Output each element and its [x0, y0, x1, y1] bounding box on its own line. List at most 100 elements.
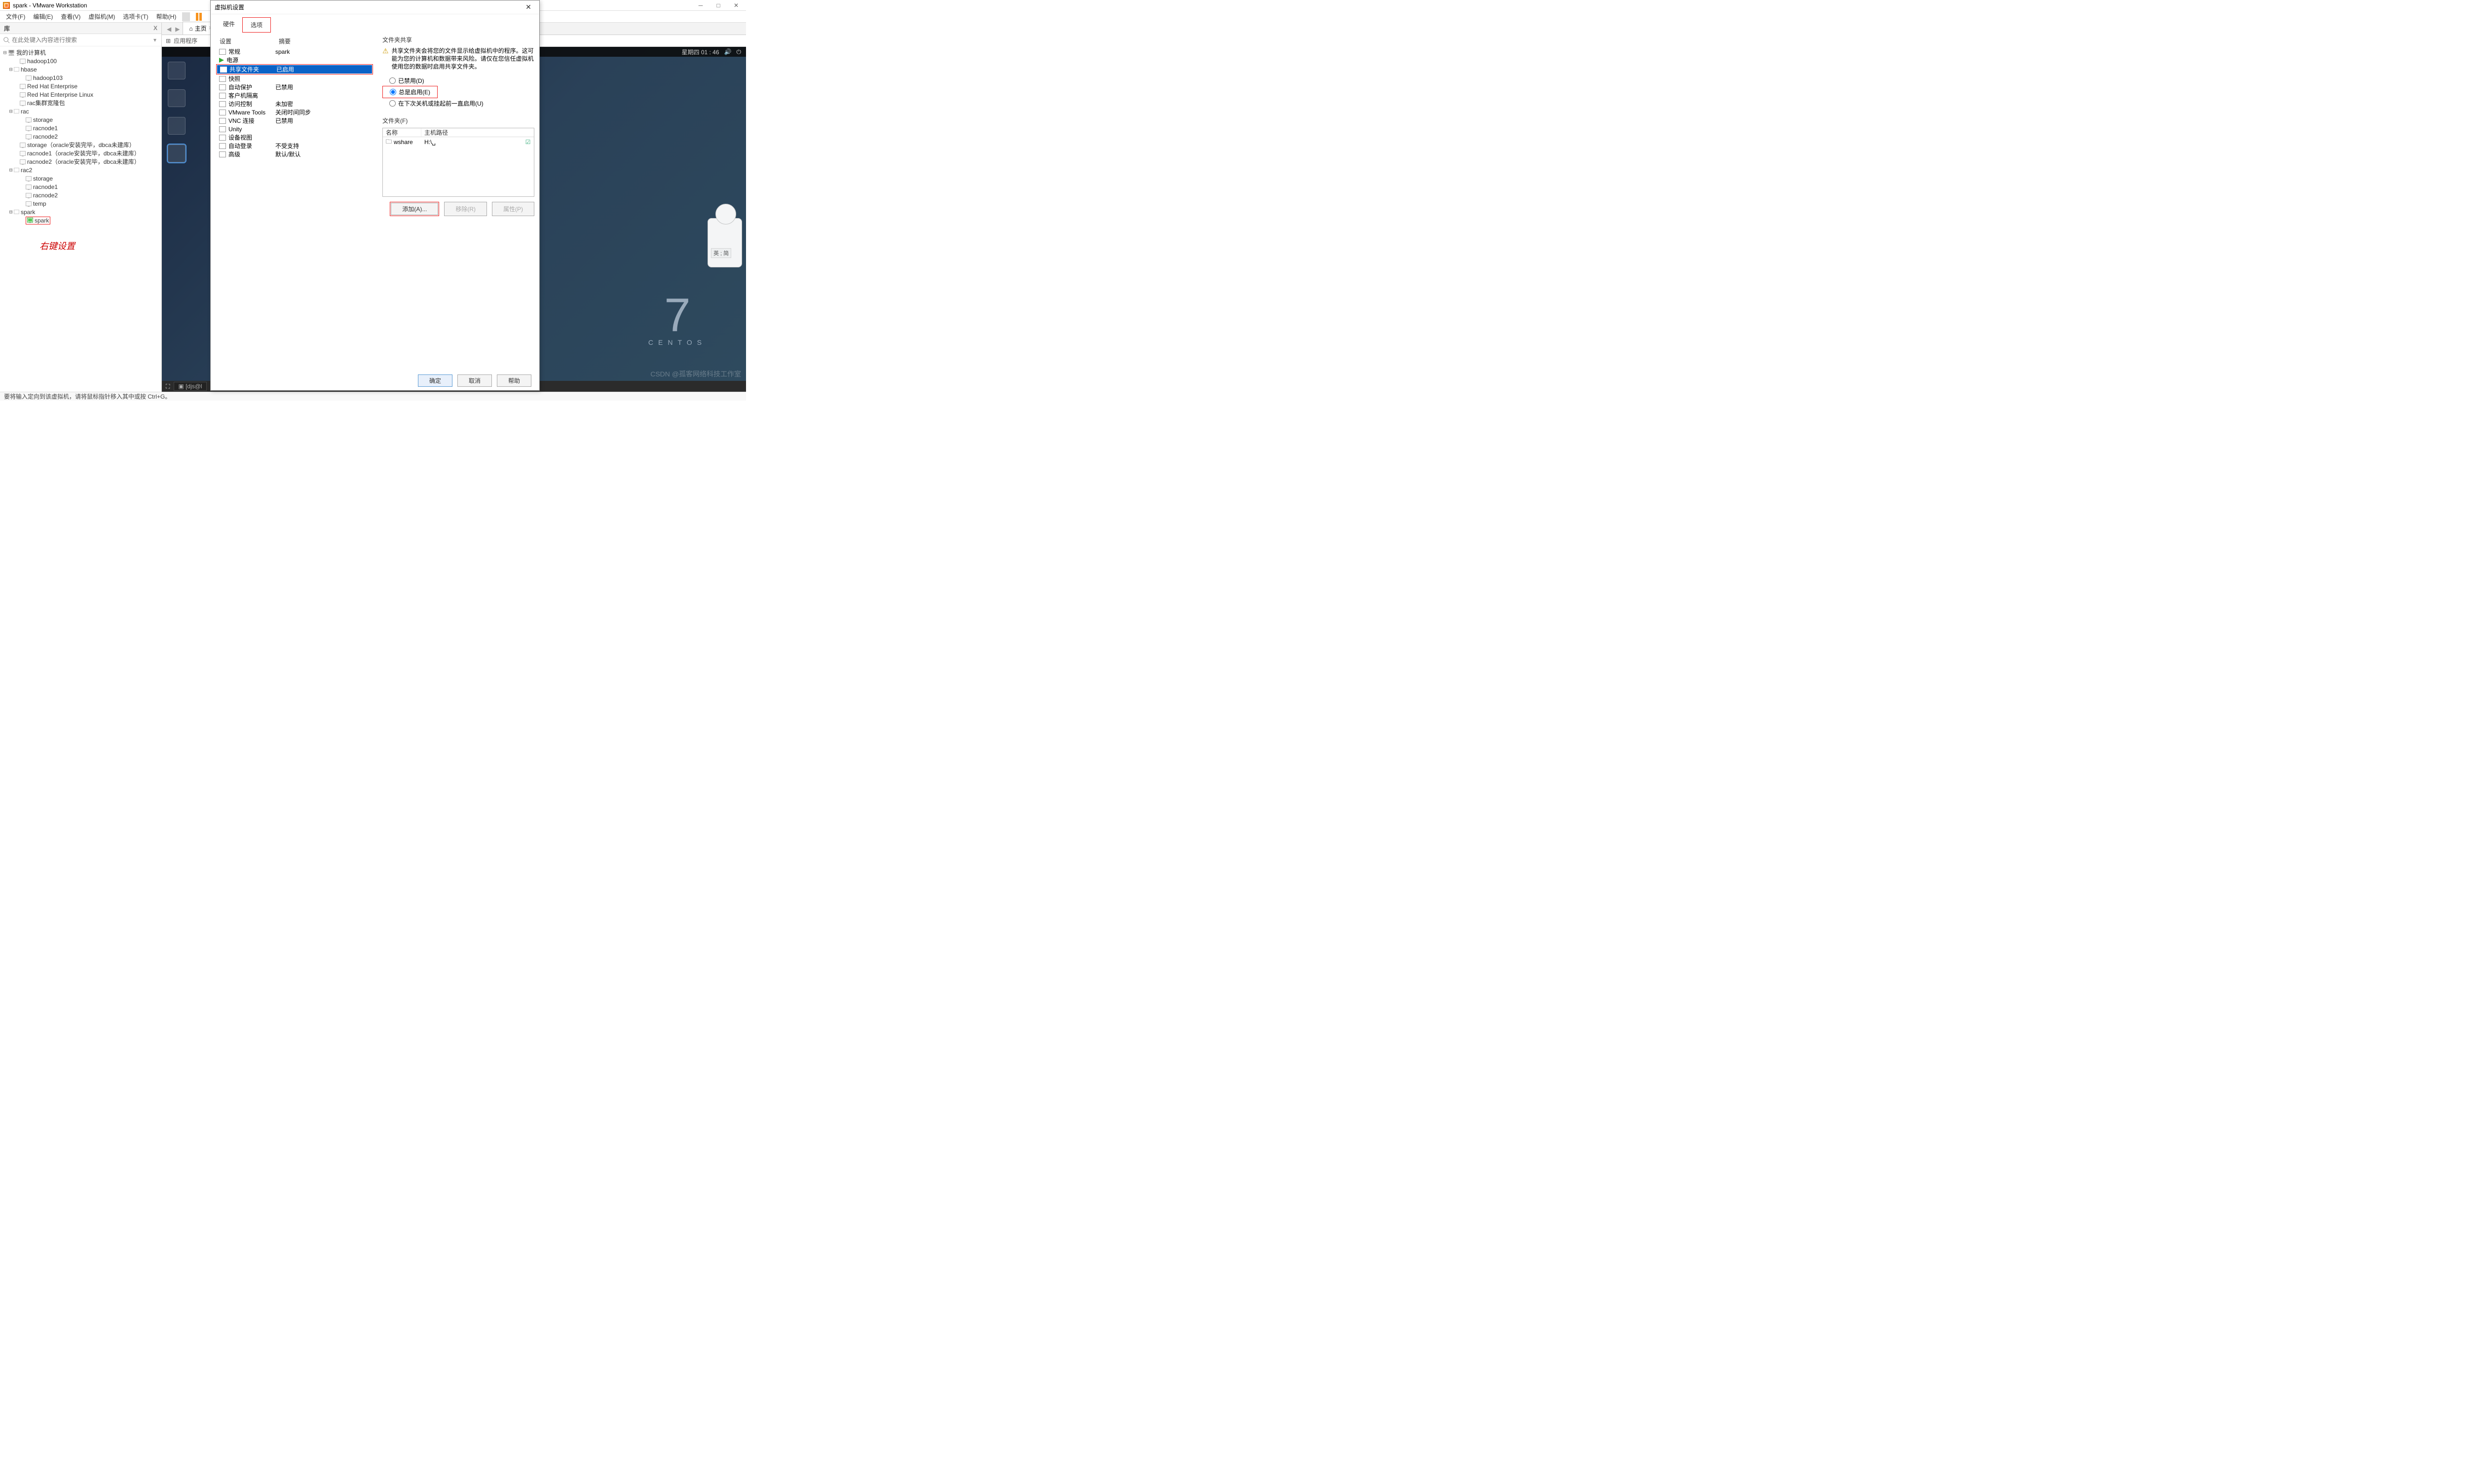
tree-item-storage[interactable]: storage: [33, 116, 53, 123]
option-icon: [219, 118, 226, 124]
grid-icon: ⊞: [166, 37, 171, 44]
tree-item-racnode2b[interactable]: racnode2: [33, 192, 58, 199]
tree-item-storage-oracle[interactable]: storage（oracle安装完毕，dbca未建库）: [27, 141, 135, 149]
option-row-device[interactable]: 设备视图: [216, 133, 373, 142]
menu-help[interactable]: 帮助(H): [152, 11, 181, 22]
radio-disabled[interactable]: 已禁用(D): [382, 75, 534, 86]
menu-vm[interactable]: 虚拟机(M): [84, 11, 119, 22]
tab-nav-fwd[interactable]: ▶: [173, 24, 182, 35]
library-search: ▾: [0, 34, 161, 46]
computer-icon: 🖥: [8, 49, 15, 56]
tree-item-spark-vm[interactable]: spark: [35, 217, 49, 224]
tab-hardware[interactable]: 硬件: [216, 17, 242, 33]
search-icon: [3, 37, 10, 43]
option-icon: [219, 93, 226, 99]
input-label: 英 ; 简: [711, 248, 731, 258]
share-warning: ⚠ 共享文件夹会将您的文件显示给虚拟机中的程序。这可能为您的计算机和数据带来风险…: [382, 47, 534, 71]
menu-tabs[interactable]: 选项卡(T): [119, 11, 152, 22]
desktop-icon[interactable]: [163, 62, 190, 80]
option-row-power[interactable]: 电源: [216, 56, 373, 64]
vm-icon: [20, 84, 26, 89]
remove-folder-button[interactable]: 移除(R): [444, 202, 487, 216]
window-close[interactable]: ✕: [727, 0, 745, 11]
vm-icon: [26, 126, 32, 131]
window-maximize[interactable]: □: [710, 0, 727, 11]
library-close-button[interactable]: X: [153, 25, 157, 32]
ok-button[interactable]: 确定: [418, 374, 452, 387]
col-path: 主机路径: [421, 128, 534, 137]
option-row-snapshot[interactable]: 快照: [216, 74, 373, 83]
group-share-title: 文件夹共享: [382, 36, 534, 44]
menu-file[interactable]: 文件(F): [2, 11, 29, 22]
desktop-icon[interactable]: [163, 117, 190, 136]
highlight-spark: spark: [26, 217, 50, 224]
window-minimize[interactable]: ─: [692, 0, 710, 11]
tree-item-storage2[interactable]: storage: [33, 175, 53, 182]
tree-item-rac[interactable]: rac: [21, 108, 29, 115]
folder-props-button[interactable]: 属性(P): [492, 202, 534, 216]
tree-item-spark-folder[interactable]: spark: [21, 209, 35, 216]
tree-item-hadoop100[interactable]: hadoop100: [27, 58, 57, 65]
centos-logo: 7 CENTOS: [648, 294, 707, 346]
option-row-access[interactable]: 访问控制未加密: [216, 100, 373, 108]
radio-always[interactable]: 总是启用(E): [383, 87, 437, 97]
fullscreen-icon[interactable]: ⛶: [166, 383, 170, 390]
toolbar-pause-button[interactable]: [192, 11, 206, 22]
tree-root[interactable]: 我的计算机: [16, 48, 46, 57]
tab-options[interactable]: 选项: [243, 18, 270, 32]
add-folder-button[interactable]: 添加(A)...: [391, 203, 438, 215]
option-row-autoprotect[interactable]: 自动保护已禁用: [216, 83, 373, 91]
tree-item-racgrp[interactable]: rac集群宽隆包: [27, 99, 65, 107]
col-name: 名称: [383, 128, 421, 137]
app-title: spark - VMware Workstation: [13, 2, 87, 9]
tree-item-temp[interactable]: temp: [33, 200, 46, 207]
power-icon[interactable]: ⏻: [737, 48, 742, 56]
option-row-adv[interactable]: 高级默认/默认: [216, 150, 373, 158]
option-row-guest[interactable]: 客户机隔离: [216, 91, 373, 100]
tree-item-rhel[interactable]: Red Hat Enterprise Linux: [27, 91, 93, 98]
guest-desktop-icons: [163, 62, 190, 163]
guest-clock: 星期四 01 : 46: [682, 48, 719, 56]
option-icon: [219, 101, 226, 107]
highlight-options-tab: 选项: [242, 17, 271, 33]
dialog-close-button[interactable]: ✕: [522, 3, 535, 11]
option-row-shared[interactable]: 共享文件夹已启用: [217, 65, 372, 74]
search-input[interactable]: [10, 36, 151, 44]
dialog-titlebar[interactable]: 虚拟机设置 ✕: [211, 0, 539, 14]
folder-enabled-check[interactable]: ☑: [522, 139, 534, 146]
vm-tree[interactable]: ⊟🖥我的计算机 hadoop100 ⊟hbase hadoop103 Red H…: [0, 46, 161, 392]
desktop-icon[interactable]: [163, 89, 190, 108]
option-row-autologin[interactable]: 自动登录不受支持: [216, 142, 373, 150]
option-row-general[interactable]: 常规spark: [216, 47, 373, 56]
search-dropdown-icon[interactable]: ▾: [151, 37, 158, 43]
help-button[interactable]: 帮助: [497, 374, 531, 387]
option-row-tools[interactable]: VMware Tools关闭时间同步: [216, 108, 373, 116]
tree-item-hadoop103[interactable]: hadoop103: [33, 74, 63, 81]
folder-row[interactable]: 🗀wshare H:\␣ ☑: [383, 137, 534, 147]
menu-view[interactable]: 查看(V): [57, 11, 84, 22]
option-row-unity[interactable]: Unity: [216, 125, 373, 133]
tree-item-racnode1[interactable]: racnode1: [33, 125, 58, 132]
vm-icon: [26, 117, 32, 122]
desktop-icon-selected[interactable]: [163, 145, 190, 163]
tree-item-racnode1-oracle[interactable]: racnode1（oracle安装完毕，dbca未建库）: [27, 149, 140, 157]
tab-nav-back[interactable]: ◀: [165, 24, 173, 35]
tree-item-racnode2[interactable]: racnode2: [33, 133, 58, 140]
tree-item-hbase[interactable]: hbase: [21, 66, 37, 73]
option-row-vnc[interactable]: VNC 连接已禁用: [216, 116, 373, 125]
settings-detail: 文件夹共享 ⚠ 共享文件夹会将您的文件显示给虚拟机中的程序。这可能为您的计算机和…: [382, 36, 534, 224]
menu-edit[interactable]: 编辑(E): [29, 11, 57, 22]
option-icon: [219, 84, 226, 90]
volume-icon[interactable]: 🔊: [724, 48, 732, 55]
folders-list[interactable]: 名称主机路径 🗀wshare H:\␣ ☑: [382, 128, 534, 197]
radio-until-next[interactable]: 在下次关机或挂起前一直启用(U): [382, 98, 534, 109]
cancel-button[interactable]: 取消: [457, 374, 492, 387]
tree-item-racnode1b[interactable]: racnode1: [33, 184, 58, 190]
tree-item-rac2[interactable]: rac2: [21, 167, 32, 174]
terminal-tab[interactable]: ▣ [djs@l: [174, 382, 206, 391]
input-mascot[interactable]: 英 ; 简: [708, 218, 742, 267]
tree-item-racnode2-oracle[interactable]: racnode2（oracle安装完毕，dbca未建库）: [27, 157, 140, 166]
vm-icon: [26, 185, 32, 189]
tree-item-rhe[interactable]: Red Hat Enterprise: [27, 83, 77, 90]
option-icon: [219, 151, 226, 157]
